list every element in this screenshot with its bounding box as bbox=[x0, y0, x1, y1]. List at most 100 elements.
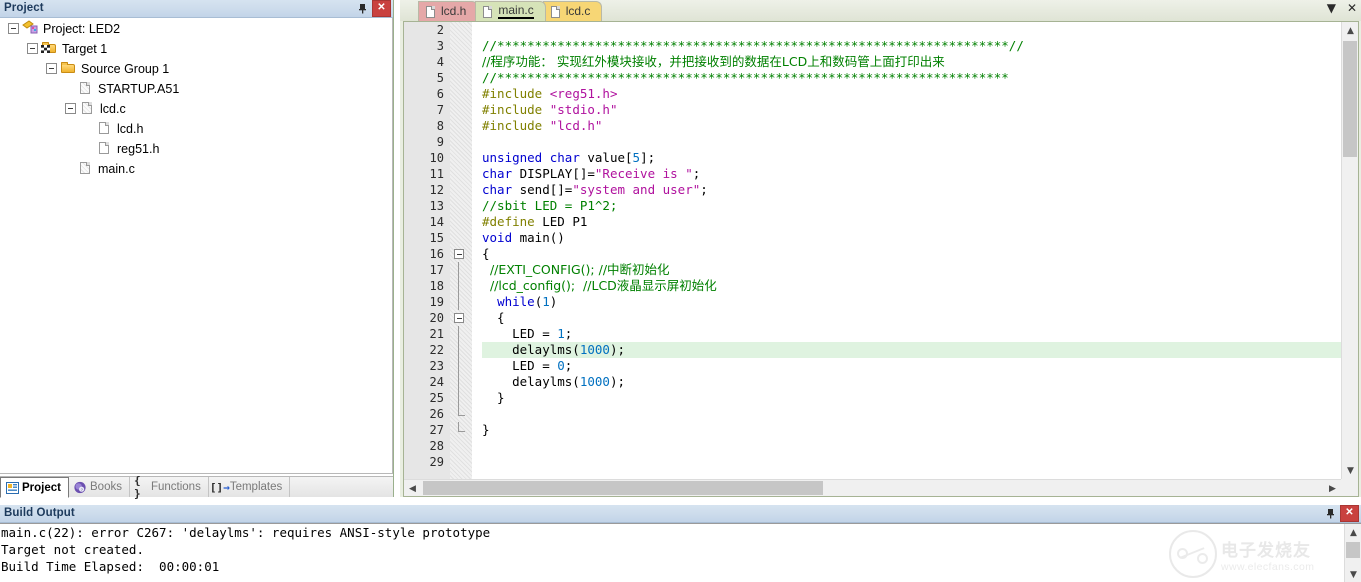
close-icon[interactable]: ✕ bbox=[372, 0, 391, 17]
scroll-down-button[interactable]: ▼ bbox=[1342, 462, 1359, 479]
tree-node[interactable]: STARTUP.A51 bbox=[0, 78, 392, 98]
vertical-scroll-thumb[interactable] bbox=[1346, 542, 1360, 558]
project-bottom-tabs[interactable]: Project? Books{ } Functions []→ Templates bbox=[0, 474, 393, 500]
build-output-scrollbar[interactable]: ▲ ▼ bbox=[1344, 524, 1361, 582]
code-line[interactable]: 8 #include "lcd.h" bbox=[404, 118, 1341, 134]
code-text: char DISPLAY[]="Receive is "; bbox=[482, 166, 1341, 182]
code-token: ; bbox=[700, 182, 708, 197]
tree-node[interactable]: main.c bbox=[0, 158, 392, 178]
tree-expander-icon[interactable] bbox=[8, 22, 19, 34]
code-line[interactable]: 3 //*************************************… bbox=[404, 38, 1341, 54]
code-line[interactable]: 14 #define LED P1 bbox=[404, 214, 1341, 230]
code-line[interactable]: 15 void main() bbox=[404, 230, 1341, 246]
code-line[interactable]: 26 bbox=[404, 406, 1341, 422]
tree-expander-icon[interactable] bbox=[27, 42, 38, 54]
scroll-up-button[interactable]: ▲ bbox=[1342, 22, 1359, 39]
close-icon[interactable]: ✕ bbox=[1347, 2, 1357, 14]
source-file-icon bbox=[77, 160, 94, 176]
horizontal-scroll-thumb[interactable] bbox=[423, 481, 823, 495]
code-line[interactable]: 22 delaylms(1000); bbox=[404, 342, 1341, 358]
fold-collapse-icon[interactable] bbox=[454, 249, 464, 259]
project-tab-functions[interactable]: { } Functions bbox=[130, 474, 209, 500]
code-line[interactable]: 29 bbox=[404, 454, 1341, 470]
chevron-down-icon[interactable]: ▼ bbox=[1327, 2, 1336, 14]
project-panel: Project ✕ Project: LED2 Target 1 Source Gr… bbox=[0, 0, 394, 500]
build-output-panel: Build Output ✕ main.c(22): error C267: '… bbox=[0, 505, 1361, 582]
code-line[interactable]: 24 delaylms(1000); bbox=[404, 374, 1341, 390]
code-token: ) bbox=[549, 294, 558, 309]
code-text: } bbox=[482, 390, 1341, 406]
project-tab-books[interactable]: ? Books bbox=[69, 477, 130, 497]
code-token: "stdio.h" bbox=[549, 102, 618, 117]
project-tab-label: Books bbox=[90, 481, 122, 493]
code-line[interactable]: 12 char send[]="system and user"; bbox=[404, 182, 1341, 198]
code-line[interactable]: 18 //lcd_config(); //LCD液晶显示屏初始化 bbox=[404, 278, 1341, 294]
editor-tab-bar[interactable]: lcd.h main.c lcd.c bbox=[400, 0, 1361, 21]
tree-node[interactable]: Project: LED2 bbox=[0, 18, 392, 38]
code-line[interactable]: 21 LED = 1; bbox=[404, 326, 1341, 342]
code-line[interactable]: 19 while(1) bbox=[404, 294, 1341, 310]
pin-icon[interactable] bbox=[1323, 506, 1338, 521]
build-output-text[interactable]: main.c(22): error C267: 'delaylms': requ… bbox=[0, 523, 1361, 582]
code-line[interactable]: 10 unsigned char value[5]; bbox=[404, 150, 1341, 166]
code-line[interactable]: 25 } bbox=[404, 390, 1341, 406]
code-line[interactable]: 17 //EXTI_CONFIG(); //中断初始化 bbox=[404, 262, 1341, 278]
line-number: 22 bbox=[429, 343, 444, 357]
tree-node[interactable]: reg51.h bbox=[0, 138, 392, 158]
editor-tab-lcd-c[interactable]: lcd.c bbox=[542, 1, 603, 21]
code-text: //sbit LED = P1^2; bbox=[482, 198, 1341, 214]
code-view[interactable]: 2 3//************************************… bbox=[404, 22, 1341, 479]
code-line[interactable]: 6 #include <reg51.h> bbox=[404, 86, 1341, 102]
code-line[interactable]: 13 //sbit LED = P1^2; bbox=[404, 198, 1341, 214]
scroll-down-button[interactable]: ▼ bbox=[1345, 566, 1361, 582]
editor-tab-label: lcd.c bbox=[565, 4, 591, 18]
project-tree[interactable]: Project: LED2 Target 1 Source Group 1 START… bbox=[0, 18, 393, 474]
editor-vertical-scrollbar[interactable]: ▲ ▼ bbox=[1341, 22, 1358, 479]
code-text: #include "lcd.h" bbox=[482, 118, 1341, 134]
project-tab-templates[interactable]: []→ Templates bbox=[209, 477, 291, 497]
close-icon[interactable]: ✕ bbox=[1340, 505, 1359, 522]
line-number: 2 bbox=[436, 23, 444, 37]
code-token: { bbox=[482, 246, 490, 261]
scroll-right-button[interactable]: ▶ bbox=[1324, 480, 1341, 497]
code-text: #include "stdio.h" bbox=[482, 102, 1341, 118]
tree-expander-icon[interactable] bbox=[46, 62, 57, 74]
build-output-line: Build Time Elapsed: 00:00:01 bbox=[1, 559, 220, 574]
code-line[interactable]: 23 LED = 0; bbox=[404, 358, 1341, 374]
code-line[interactable]: 2 bbox=[404, 22, 1341, 38]
line-number: 3 bbox=[436, 39, 444, 53]
code-line[interactable]: 20 { bbox=[404, 310, 1341, 326]
code-line[interactable]: 27} bbox=[404, 422, 1341, 438]
code-line[interactable]: 28 bbox=[404, 438, 1341, 454]
tree-node[interactable]: lcd.h bbox=[0, 118, 392, 138]
code-line[interactable]: 5 //*************************************… bbox=[404, 70, 1341, 86]
fold-collapse-icon[interactable] bbox=[454, 313, 464, 323]
editor-tab-main-c[interactable]: main.c bbox=[475, 1, 546, 21]
tree-node[interactable]: Source Group 1 bbox=[0, 58, 392, 78]
code-token: "system and user" bbox=[572, 182, 701, 197]
code-token: ); bbox=[609, 374, 626, 389]
code-line[interactable]: 4 //程序功能： 实现红外模块接收，并把接收到的数据在LCD上和数码管上面打印出… bbox=[404, 54, 1341, 70]
line-number: 20 bbox=[429, 311, 444, 325]
code-lines[interactable]: 2 3//************************************… bbox=[404, 22, 1341, 479]
code-token: main() bbox=[512, 230, 565, 245]
code-text: //EXTI_CONFIG(); //中断初始化 bbox=[482, 262, 1341, 278]
code-line[interactable]: 9 bbox=[404, 134, 1341, 150]
fold-end-marker bbox=[458, 422, 465, 432]
scroll-left-button[interactable]: ◀ bbox=[404, 480, 421, 497]
tree-node[interactable]: Target 1 bbox=[0, 38, 392, 58]
tree-expander-icon[interactable] bbox=[65, 102, 76, 114]
code-token: LED = bbox=[482, 358, 558, 373]
code-token: LED P1 bbox=[534, 214, 588, 229]
pin-icon[interactable] bbox=[355, 1, 370, 16]
project-tab-project[interactable]: Project bbox=[0, 477, 69, 498]
tree-node[interactable]: lcd.c bbox=[0, 98, 392, 118]
vertical-scroll-thumb[interactable] bbox=[1343, 41, 1357, 157]
scroll-up-button[interactable]: ▲ bbox=[1345, 524, 1361, 541]
editor-tab-lcd-h[interactable]: lcd.h bbox=[418, 1, 479, 21]
line-number: 13 bbox=[429, 199, 444, 213]
code-line[interactable]: 16 { bbox=[404, 246, 1341, 262]
code-line[interactable]: 7 #include "stdio.h" bbox=[404, 102, 1341, 118]
editor-horizontal-scrollbar[interactable]: ◀ ▶ bbox=[404, 479, 1341, 496]
code-line[interactable]: 11 char DISPLAY[]="Receive is "; bbox=[404, 166, 1341, 182]
